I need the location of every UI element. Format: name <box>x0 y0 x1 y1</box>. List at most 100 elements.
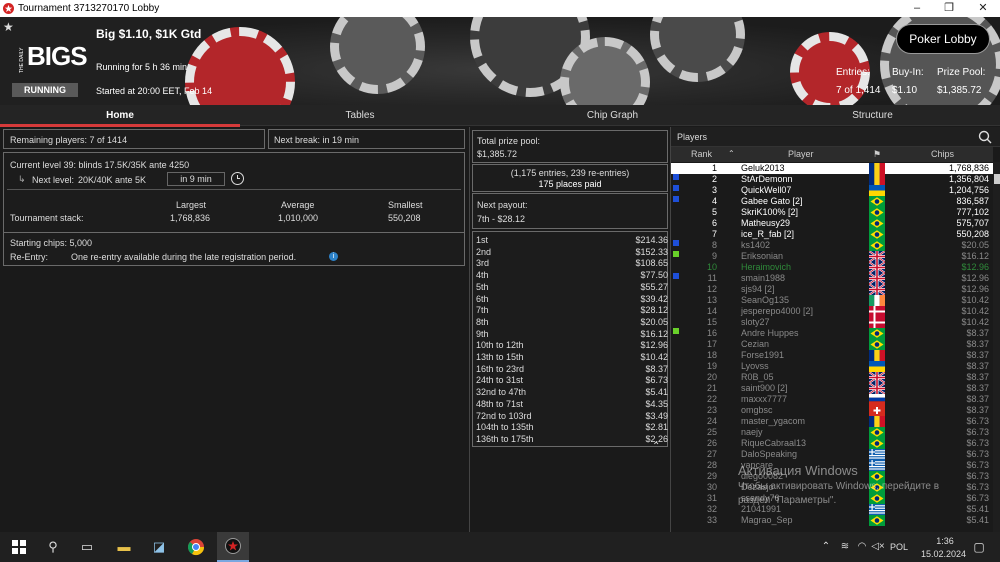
player-rank: 13 <box>706 295 717 305</box>
player-rank: 16 <box>706 328 717 338</box>
file-explorer-icon[interactable]: ▬ <box>115 538 133 556</box>
network-icon[interactable]: ≋ <box>836 538 854 556</box>
player-row[interactable]: 22 maxxx7777 $8.37 <box>671 394 993 405</box>
player-row[interactable]: 13 SeanOg135 $10.42 <box>671 295 993 306</box>
country-flag-icon <box>869 163 885 174</box>
country-flag-icon <box>869 416 885 427</box>
player-name: omgbsc <box>741 405 773 415</box>
language-indicator[interactable]: POL <box>890 542 908 552</box>
notifications-icon[interactable]: ▢ <box>970 538 988 556</box>
windows-taskbar: ⚲ ▭ ▬ ◪ ⌃ ≋ ◠ ◁× POL 1:36 15.02.2024 ▢ <box>0 532 1000 562</box>
tab-tables[interactable]: Tables <box>240 105 480 126</box>
player-row[interactable]: 24 master_ygacom $6.73 <box>671 416 993 427</box>
player-name: Lyovss <box>741 361 769 371</box>
flag-column-icon[interactable]: ⚑ <box>873 149 881 160</box>
payout-row: 136th to 175th $2.26 <box>476 434 671 445</box>
player-row[interactable]: 3 QuickWell07 1,204,756 <box>671 185 993 196</box>
close-button[interactable]: ✕ <box>968 0 998 17</box>
player-status-marker <box>673 196 679 202</box>
player-row[interactable]: 14 jesperepo4000 [2] $10.42 <box>671 306 993 317</box>
player-rank: 18 <box>706 350 717 360</box>
player-status-marker <box>673 240 679 246</box>
rank-column-header[interactable]: Rank <box>691 149 712 159</box>
player-row[interactable]: 20 R0B_05 $8.37 <box>671 372 993 383</box>
player-name: QuickWell07 <box>741 185 792 195</box>
player-row[interactable]: 2 StArDemonn 1,356,804 <box>671 174 993 185</box>
player-row[interactable]: 17 Cezian $8.37 <box>671 339 993 350</box>
player-row[interactable]: 12 sjs94 [2] $12.96 <box>671 284 993 295</box>
player-row[interactable]: 23 omgbsc $8.37 <box>671 405 993 416</box>
notes-app-icon[interactable]: ◪ <box>150 538 168 556</box>
pokerstars-taskbar-button[interactable] <box>217 532 249 562</box>
windows-start-icon[interactable] <box>10 538 28 556</box>
player-row[interactable]: 18 Forse1991 $8.37 <box>671 350 993 361</box>
country-flag-icon <box>869 251 885 262</box>
player-status-marker <box>673 251 679 257</box>
player-name: Geluk2013 <box>741 163 785 173</box>
clock-time[interactable]: 1:36 <box>925 536 965 546</box>
task-view-icon[interactable]: ▭ <box>78 538 96 556</box>
payout-place: 8th <box>476 316 489 327</box>
scrollbar-thumb[interactable] <box>994 174 1000 184</box>
prize-pool-value: $1,385.72 <box>937 85 982 96</box>
player-row[interactable]: 6 Matheusy29 575,707 <box>671 218 993 229</box>
player-name: maxxx7777 <box>741 394 788 404</box>
player-row[interactable]: 7 ice_R_fab [2] 550,208 <box>671 229 993 240</box>
player-column-header[interactable]: Player <box>788 149 814 159</box>
players-column-header: Rank ⌃ Player ⚑ Chips <box>671 147 993 162</box>
player-row[interactable]: 11 smain1988 $12.96 <box>671 273 993 284</box>
player-row[interactable]: 19 Lyovss $8.37 <box>671 361 993 372</box>
player-row[interactable]: 10 Heraimovich $12.96 <box>671 262 993 273</box>
payout-place: 72nd to 103rd <box>476 410 532 421</box>
player-row[interactable]: 4 Gabee Gato [2] 836,587 <box>671 196 993 207</box>
total-prize-value: $1,385.72 <box>477 149 518 159</box>
scroll-up-icon[interactable]: ⌃ <box>652 441 660 452</box>
payout-place: 3rd <box>476 258 490 269</box>
player-rank: 28 <box>706 460 717 470</box>
player-name: Forse1991 <box>741 350 785 360</box>
players-scrollbar[interactable] <box>993 162 1000 532</box>
tab-chip-graph[interactable]: Chip Graph <box>490 105 735 126</box>
country-flag-icon <box>869 493 885 504</box>
country-flag-icon <box>869 515 885 526</box>
player-row[interactable]: 33 Magrao_Sep $5.41 <box>671 515 993 526</box>
player-row[interactable]: 1 Geluk2013 1,768,836 <box>671 163 993 174</box>
country-flag-icon <box>869 295 885 306</box>
sort-arrow-icon[interactable]: ⌃ <box>728 149 735 158</box>
payout-row: 10th to 12th $12.96 <box>476 340 671 351</box>
minimize-button[interactable]: – <box>902 0 932 17</box>
info-icon[interactable]: i <box>329 252 338 261</box>
tab-structure[interactable]: Structure <box>745 105 1000 126</box>
chips-column-header[interactable]: Chips <box>931 149 954 159</box>
search-icon[interactable] <box>978 130 992 144</box>
start-time-text: Started at 20:00 EET, Feb 14 <box>96 86 213 96</box>
player-row[interactable]: 27 DaloSpeaking $6.73 <box>671 449 993 460</box>
player-row[interactable]: 21 saint900 [2] $8.37 <box>671 383 993 394</box>
favorite-star-icon[interactable]: ★ <box>3 20 14 34</box>
player-row[interactable]: 26 RiqueCabraal13 $6.73 <box>671 438 993 449</box>
player-name: R0B_05 <box>741 372 774 382</box>
maximize-button[interactable]: ❐ <box>934 0 964 17</box>
player-chips: $6.73 <box>966 427 989 437</box>
player-row[interactable]: 9 Eriksonian $16.12 <box>671 251 993 262</box>
chrome-icon[interactable] <box>187 538 205 556</box>
tray-chevron-icon[interactable]: ⌃ <box>817 538 835 556</box>
player-row[interactable]: 15 sloty27 $10.42 <box>671 317 993 328</box>
player-rank: 2 <box>711 174 717 184</box>
player-row[interactable]: 5 SkriK100% [2] 777,102 <box>671 207 993 218</box>
search-icon[interactable]: ⚲ <box>44 538 62 556</box>
player-row[interactable]: 16 Andre Huppes $8.37 <box>671 328 993 339</box>
player-row[interactable]: 25 naejy $6.73 <box>671 427 993 438</box>
current-level-text: Current level 39: blinds 17.5K/35K ante … <box>10 160 190 170</box>
entries-label: Entries: <box>836 67 870 78</box>
payout-row: 7th $28.12 <box>476 305 671 316</box>
player-chips: $10.42 <box>961 317 989 327</box>
player-status-marker <box>673 185 679 191</box>
tab-home[interactable]: Home <box>0 105 240 127</box>
poker-lobby-button[interactable]: Poker Lobby <box>896 24 990 54</box>
clock-date[interactable]: 15.02.2024 <box>921 549 966 559</box>
player-chips: $8.37 <box>966 383 989 393</box>
clock-icon[interactable] <box>231 172 244 185</box>
player-row[interactable]: 8 ks1402 $20.05 <box>671 240 993 251</box>
volume-icon[interactable]: ◁× <box>869 538 887 556</box>
